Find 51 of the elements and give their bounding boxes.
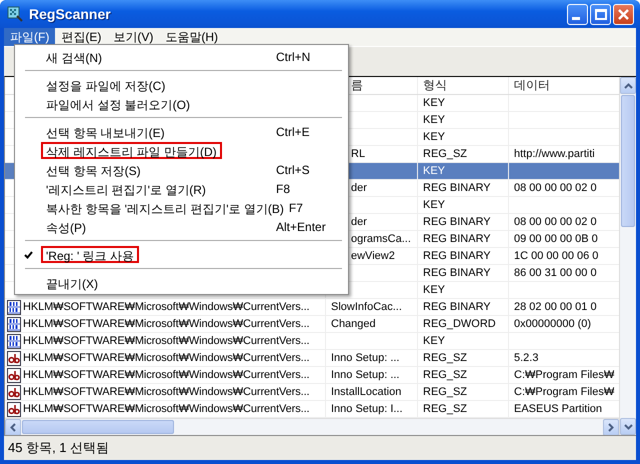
value-name: Inno Setup: I... (331, 403, 403, 415)
value-name: Inno Setup: ... (331, 369, 400, 381)
value-data: 0x00000000 (0) (514, 318, 592, 330)
value-type: REG_SZ (423, 148, 468, 160)
key-path: HKLM₩SOFTWARE₩Microsoft₩Windows₩CurrentVers... (23, 369, 310, 381)
value-type: REG BINARY (423, 233, 491, 245)
value-type: KEY (423, 131, 446, 143)
value-name: RL (351, 148, 366, 160)
key-path: HKLM₩SOFTWARE₩Microsoft₩Windows₩CurrentVers... (23, 386, 310, 398)
value-data: 5.2.3 (514, 352, 538, 364)
value-type: REG BINARY (423, 267, 491, 279)
value-data: 09 00 00 00 0B 0 (514, 233, 598, 245)
value-type: KEY (423, 284, 446, 296)
value-type: KEY (423, 199, 446, 211)
value-name: der (351, 182, 367, 194)
value-type: REG_SZ (423, 386, 468, 398)
value-data: 08 00 00 00 02 0 (514, 216, 597, 228)
value-name: Inno Setup: ... (331, 352, 400, 364)
value-type: KEY (423, 114, 446, 126)
value-name: Changed (331, 318, 376, 330)
value-type: REG_SZ (423, 352, 468, 364)
value-name: SlowInfoCac... (331, 301, 402, 313)
value-name: ewView2 (351, 250, 395, 262)
value-type: REG BINARY (423, 301, 491, 313)
value-data: 08 00 00 00 02 0 (514, 182, 597, 194)
value-type: REG BINARY (423, 216, 491, 228)
key-path: HKLM₩SOFTWARE₩Microsoft₩Windows₩CurrentVers... (23, 318, 310, 330)
value-type: KEY (423, 165, 446, 177)
window-title: RegScanner (29, 6, 111, 22)
value-type: REG_DWORD (423, 318, 496, 330)
value-type: KEY (423, 335, 446, 347)
value-data: EASEUS Partition (514, 403, 602, 415)
value-name: InstallLocation (331, 386, 402, 398)
value-type: REG BINARY (423, 250, 491, 262)
value-data: 1C 00 00 00 06 0 (514, 250, 598, 262)
key-path: HKLM₩SOFTWARE₩Microsoft₩Windows₩CurrentVers... (23, 335, 310, 347)
value-type: REG_SZ (423, 403, 468, 415)
key-path: HKLM₩SOFTWARE₩Microsoft₩Windows₩CurrentVers... (23, 301, 310, 313)
key-path: HKLM₩SOFTWARE₩Microsoft₩Windows₩CurrentVers... (23, 352, 310, 364)
value-type: KEY (423, 97, 446, 109)
value-type: REG_SZ (423, 369, 468, 381)
value-data: C:₩Program Files₩ (514, 386, 614, 398)
value-data: http://www.partiti (514, 148, 595, 160)
value-data: 28 02 00 00 01 0 (514, 301, 597, 313)
status-text: 45 항목, 1 선택됨 (8, 439, 110, 457)
value-name: der (351, 216, 367, 228)
key-path: HKLM₩SOFTWARE₩Microsoft₩Windows₩CurrentVers... (23, 403, 310, 415)
value-data: 86 00 31 00 00 0 (514, 267, 597, 279)
value-name: ogramsCa... (351, 233, 411, 245)
value-type: REG BINARY (423, 182, 491, 194)
value-data: C:₩Program Files₩ (514, 369, 614, 381)
